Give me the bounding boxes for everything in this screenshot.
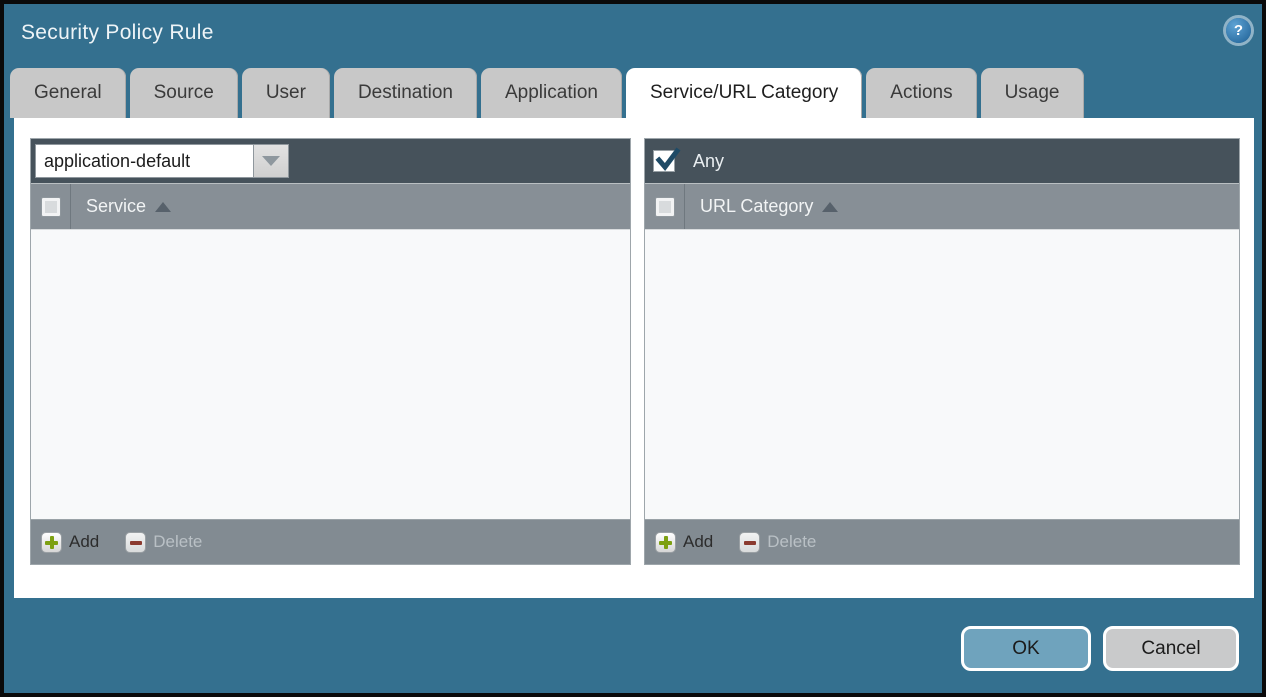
service-mode-dropdown — [35, 144, 289, 178]
service-table-header: Service — [31, 184, 630, 230]
delete-button-label: Delete — [153, 532, 202, 552]
tab-user[interactable]: User — [242, 68, 330, 118]
tab-bar: General Source User Destination Applicat… — [10, 68, 1084, 118]
service-mode-bar — [31, 139, 630, 184]
delete-button-label: Delete — [767, 532, 816, 552]
sort-ascending-icon — [822, 202, 838, 212]
sort-ascending-icon — [155, 202, 171, 212]
any-checkbox-label: Any — [693, 151, 724, 172]
url-category-table-header: URL Category — [645, 184, 1239, 230]
url-category-select-all-cell — [645, 184, 685, 229]
service-select-all-checkbox[interactable] — [41, 197, 61, 217]
dialog-title: Security Policy Rule — [21, 21, 214, 45]
service-list — [31, 230, 630, 519]
service-toolbar: Add Delete — [31, 519, 630, 564]
ok-button[interactable]: OK — [961, 626, 1091, 671]
any-checkbox[interactable] — [653, 150, 675, 172]
url-category-column-label: URL Category — [700, 196, 813, 217]
url-category-panel: Any URL Category Add — [644, 138, 1240, 565]
tab-service-url-category[interactable]: Service/URL Category — [626, 68, 862, 118]
add-plus-icon — [41, 532, 62, 553]
cancel-button[interactable]: Cancel — [1103, 626, 1239, 671]
tab-content-area: Service Add Delete — [14, 118, 1254, 598]
url-category-column-header[interactable]: URL Category — [700, 196, 838, 217]
tab-source[interactable]: Source — [130, 68, 238, 118]
url-category-list — [645, 230, 1239, 519]
tab-actions[interactable]: Actions — [866, 68, 976, 118]
security-policy-rule-dialog: Security Policy Rule ? General Source Us… — [0, 0, 1266, 697]
delete-minus-icon — [125, 532, 146, 553]
add-button-label: Add — [683, 532, 713, 552]
check-mark-icon — [655, 147, 681, 173]
service-select-all-cell — [31, 184, 71, 229]
tab-destination[interactable]: Destination — [334, 68, 477, 118]
tab-usage[interactable]: Usage — [981, 68, 1084, 118]
tab-general[interactable]: General — [10, 68, 126, 118]
add-button-label: Add — [69, 532, 99, 552]
url-category-any-bar: Any — [645, 139, 1239, 184]
url-category-toolbar: Add Delete — [645, 519, 1239, 564]
chevron-down-icon — [262, 156, 280, 166]
url-category-select-all-checkbox[interactable] — [655, 197, 675, 217]
service-column-label: Service — [86, 196, 146, 217]
url-category-add-button[interactable]: Add — [655, 532, 713, 553]
tab-application[interactable]: Application — [481, 68, 622, 118]
any-row: Any — [645, 150, 724, 172]
add-plus-icon — [655, 532, 676, 553]
service-column-header[interactable]: Service — [86, 196, 171, 217]
service-add-button[interactable]: Add — [41, 532, 99, 553]
service-panel: Service Add Delete — [30, 138, 631, 565]
url-category-delete-button[interactable]: Delete — [739, 532, 816, 553]
service-delete-button[interactable]: Delete — [125, 532, 202, 553]
service-mode-dropdown-button[interactable] — [253, 144, 289, 178]
delete-minus-icon — [739, 532, 760, 553]
service-mode-input[interactable] — [35, 144, 253, 178]
help-icon[interactable]: ? — [1226, 18, 1251, 43]
